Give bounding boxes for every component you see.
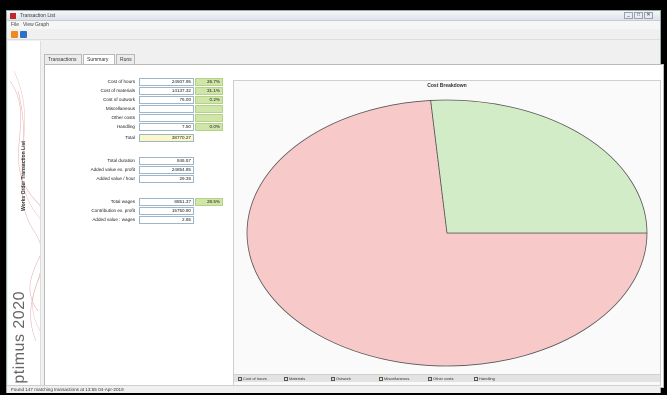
row-label: Contribution ex. profit	[91, 208, 135, 213]
legend-swatch	[284, 377, 288, 381]
row-percent: 31.1%	[195, 87, 223, 95]
title-bar: Transaction List _ □ ✕	[7, 11, 660, 21]
menu-file[interactable]: File	[11, 22, 19, 28]
row-value: 29.35	[139, 175, 194, 183]
row-value: 24854.85	[139, 166, 194, 174]
row-percent: 0.0%	[195, 123, 223, 131]
status-text: Found 147 matching transactions at 13:55…	[11, 387, 124, 392]
legend-swatch	[331, 377, 335, 381]
row-label: Cost of outwork	[103, 97, 135, 102]
row-value: 7.50	[139, 123, 194, 131]
legend-item: Miscellaneous	[379, 376, 409, 381]
row-value: 846.57	[139, 157, 194, 165]
menu-bar: File View Graph	[7, 21, 660, 29]
row-value: 14137.32	[139, 87, 194, 95]
row-label: Total wages	[110, 199, 135, 204]
minimize-button[interactable]: _	[624, 12, 633, 19]
legend-label: Other costs	[433, 376, 454, 381]
row-label: Added value / hour	[96, 176, 135, 181]
app-icon	[10, 13, 16, 19]
menu-graph[interactable]: Graph	[35, 22, 49, 28]
legend-label: Miscellaneous	[384, 376, 410, 381]
row-percent: 28.5%	[195, 198, 223, 206]
row-value: 8851.37	[139, 198, 194, 206]
row-value	[139, 114, 194, 122]
legend-item: Materials	[284, 376, 305, 381]
status-bar: Found 147 matching transactions at 13:55…	[7, 385, 660, 393]
legend-swatch	[379, 377, 383, 381]
legend-label: Outwork	[336, 376, 351, 381]
row-percent	[195, 105, 223, 113]
row-percent: 0.2%	[195, 96, 223, 104]
row-value: 15750.90	[139, 207, 194, 215]
row-percent	[195, 114, 223, 122]
legend-swatch	[474, 377, 478, 381]
maximize-button[interactable]: □	[634, 12, 643, 19]
row-percent: 26.7%	[195, 78, 223, 86]
sidebar-subtitle: Works Order Transaction List	[21, 141, 27, 211]
legend-label: Materials	[289, 376, 306, 381]
row-value	[139, 105, 194, 113]
row-label: Other costs	[111, 115, 136, 120]
cost-breakdown-chart: Cost Breakdown Cost of hours Materials Out…	[233, 80, 661, 386]
save-icon[interactable]	[20, 31, 27, 38]
row-value: 24507.95	[139, 78, 194, 86]
tab-summary[interactable]: Summary	[83, 54, 115, 64]
close-button[interactable]: ✕	[644, 12, 653, 19]
brand-sidebar: Works Order Transaction List optimus 202…	[8, 41, 41, 385]
row-label: Handling	[116, 124, 135, 129]
tab-runs[interactable]: Runs	[116, 54, 135, 64]
menu-view[interactable]: View	[23, 22, 34, 28]
tab-transactions[interactable]: Transactions	[44, 54, 82, 64]
app-window: Transaction List _ □ ✕ File View Graph W…	[6, 10, 664, 393]
chart-legend: Cost of hours Materials Outwork Miscellaneo…	[234, 374, 660, 382]
row-label: Total duration	[107, 158, 135, 163]
row-label: Added value ex. profit	[90, 167, 135, 172]
legend-label: Cost of hours	[243, 376, 267, 381]
row-label: Cost of hours	[107, 79, 135, 84]
row-value: 2.65	[139, 216, 194, 224]
legend-item: Other costs	[428, 376, 453, 381]
total-value: 38770.27	[139, 134, 194, 142]
legend-item: Handling	[474, 376, 495, 381]
export-icon[interactable]	[11, 31, 18, 38]
toolbar	[7, 29, 660, 40]
row-label: Miscellaneous	[105, 106, 135, 111]
legend-item: Cost of hours	[238, 376, 267, 381]
window-title: Transaction List	[20, 13, 56, 19]
summary-panel: Cost of hours 24507.95 26.7% Cost of mat…	[44, 64, 664, 388]
total-label: Total	[125, 135, 135, 140]
legend-swatch	[428, 377, 432, 381]
row-value: 76.00	[139, 96, 194, 104]
pie-slice	[430, 99, 648, 234]
brand-logo-text: optimus 2020	[11, 291, 28, 385]
row-label: Cost of materials	[100, 88, 135, 93]
legend-label: Handling	[479, 376, 495, 381]
legend-swatch	[238, 377, 242, 381]
row-label: Added value : wages	[92, 217, 135, 222]
pie-chart-canvas	[246, 99, 648, 367]
legend-item: Outwork	[331, 376, 351, 381]
